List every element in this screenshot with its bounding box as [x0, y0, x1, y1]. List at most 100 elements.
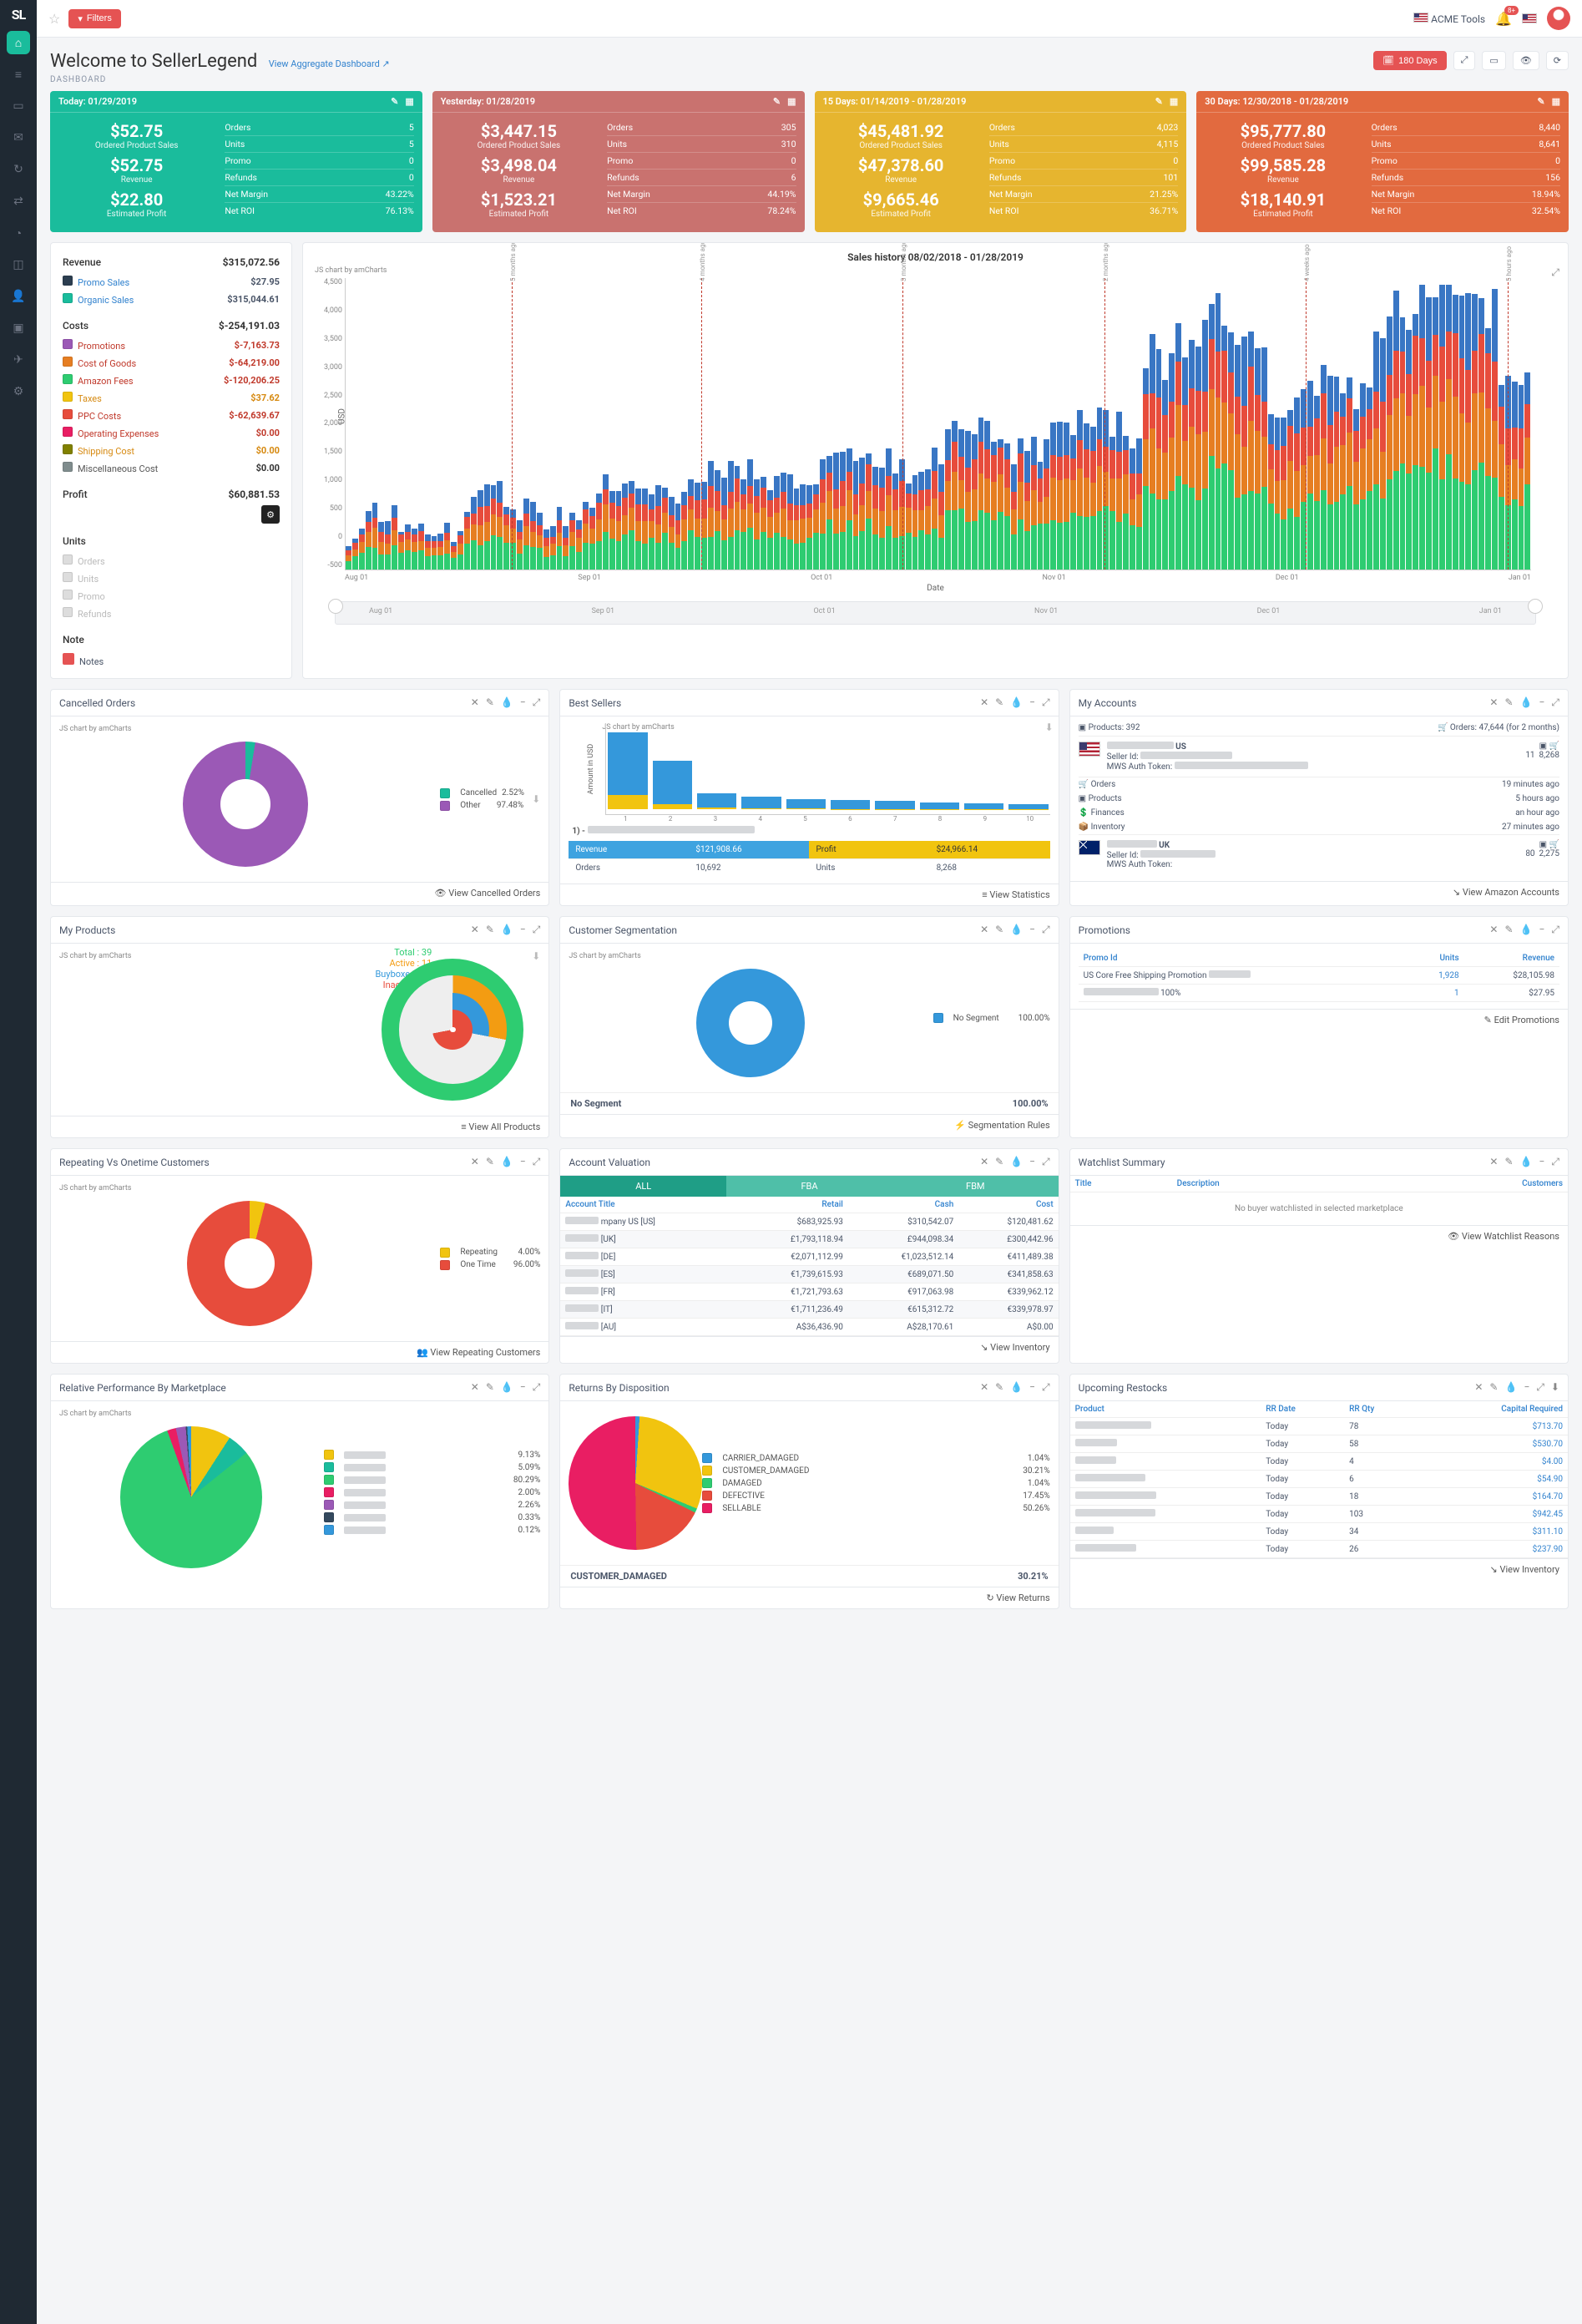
panel-min-icon[interactable]: − [1524, 1381, 1529, 1394]
panel-drop-icon[interactable]: 💧 [1010, 1381, 1023, 1394]
download-icon[interactable]: ⬇ [1551, 1381, 1559, 1394]
chart-scrubber[interactable]: Aug 01Sep 01Oct 01Nov 01Dec 01Jan 01 [335, 601, 1536, 625]
header-action-2[interactable]: ▭ [1482, 51, 1505, 70]
table-row[interactable]: Today6$54.90 [1070, 1471, 1568, 1488]
th-date[interactable]: RR Date [1261, 1401, 1344, 1418]
panel-close-icon[interactable]: ✕ [980, 1381, 988, 1394]
table-row[interactable]: Today34$311.10 [1070, 1523, 1568, 1541]
panel-close-icon[interactable]: ✕ [471, 1381, 479, 1394]
panel-min-icon[interactable]: − [520, 1156, 526, 1168]
panel-close-icon[interactable]: ✕ [471, 924, 479, 936]
table-row[interactable]: mpany US [US]$683,925.93$310,542.07$120,… [560, 1213, 1058, 1231]
notifications-icon[interactable]: 🔔8+ [1495, 11, 1512, 27]
th-qty[interactable]: RR Qty [1344, 1401, 1418, 1418]
th-retail[interactable]: Retail [737, 1197, 848, 1213]
th-promoid[interactable]: Promo Id [1079, 950, 1408, 967]
locale-flag-icon[interactable] [1522, 13, 1537, 23]
th-cap[interactable]: Capital Required [1418, 1401, 1568, 1418]
panel-close-icon[interactable]: ✕ [1489, 1156, 1498, 1168]
table-row[interactable]: [UK]£1,793,118.94£944,098.34£300,442.96 [560, 1231, 1058, 1248]
panel-drop-icon[interactable]: 💧 [501, 1381, 513, 1394]
panel-max-icon[interactable]: ⤢ [1042, 696, 1050, 709]
view-inventory-link[interactable]: ↘ View Inventory [980, 1342, 1050, 1353]
panel-close-icon[interactable]: ✕ [980, 924, 988, 936]
panel-min-icon[interactable]: − [1029, 924, 1035, 936]
tab-fbm[interactable]: FBM [892, 1176, 1059, 1197]
view-returns-link[interactable]: ↻ View Returns [986, 1592, 1049, 1603]
view-cancelled-link[interactable]: 👁 View Cancelled Orders [435, 888, 541, 899]
th-cost[interactable]: Cost [958, 1197, 1058, 1213]
panel-min-icon[interactable]: − [1029, 1381, 1035, 1394]
summary-item[interactable]: Cost of Goods [78, 358, 136, 369]
view-inventory-link[interactable]: ↘ View Inventory [1489, 1564, 1559, 1575]
table-row[interactable]: [ES]€1,739,615.93€689,071.50€341,858.63 [560, 1266, 1058, 1284]
panel-edit-icon[interactable]: ✎ [1489, 1381, 1498, 1394]
panel-max-icon[interactable]: ⤢ [533, 696, 541, 709]
nav-time-icon[interactable]: ◔ [7, 221, 30, 245]
notes-item[interactable]: Notes [79, 656, 104, 667]
panel-drop-icon[interactable]: 💧 [501, 696, 513, 709]
calendar-icon[interactable]: ▦ [405, 96, 413, 107]
panel-edit-icon[interactable]: ✎ [486, 696, 494, 709]
summary-item[interactable]: Operating Expenses [78, 428, 159, 439]
th-rev[interactable]: Revenue [1464, 950, 1559, 967]
panel-min-icon[interactable]: − [1539, 1156, 1545, 1168]
nav-orders-icon[interactable]: ✉ [7, 126, 30, 149]
panel-edit-icon[interactable]: ✎ [1504, 696, 1513, 709]
nav-reports-icon[interactable]: ≡ [7, 63, 30, 86]
account-selector[interactable]: ACME Tools [1413, 13, 1485, 25]
nav-transfer-icon[interactable]: ⇄ [7, 190, 30, 213]
th-product[interactable]: Product [1070, 1401, 1261, 1418]
panel-min-icon[interactable]: − [520, 696, 526, 709]
panel-max-icon[interactable]: ⤢ [533, 1156, 541, 1168]
edit-promotions-link[interactable]: ✎ Edit Promotions [1484, 1015, 1559, 1025]
table-row[interactable]: Today18$164.70 [1070, 1488, 1568, 1506]
profit-settings-icon[interactable]: ⚙ [261, 505, 280, 524]
panel-close-icon[interactable]: ✕ [471, 696, 479, 709]
panel-edit-icon[interactable]: ✎ [486, 924, 494, 936]
nav-chart-icon[interactable]: ◫ [7, 253, 30, 276]
expand-icon[interactable]: ⤢ [1551, 266, 1559, 279]
panel-max-icon[interactable]: ⤢ [1042, 924, 1050, 936]
th-cash[interactable]: Cash [848, 1197, 958, 1213]
table-row[interactable]: Today103$942.45 [1070, 1506, 1568, 1523]
panel-drop-icon[interactable]: 💧 [1010, 924, 1023, 936]
panel-close-icon[interactable]: ✕ [1489, 696, 1498, 709]
th-title[interactable]: Account Title [560, 1197, 737, 1213]
table-row[interactable]: [DE]€2,071,112.99€1,023,512.14€411,489.3… [560, 1248, 1058, 1266]
edit-icon[interactable]: ✎ [1155, 96, 1163, 107]
edit-icon[interactable]: ✎ [1537, 96, 1544, 107]
panel-edit-icon[interactable]: ✎ [995, 1156, 1003, 1168]
summary-item[interactable]: Organic Sales [78, 295, 134, 306]
download-icon[interactable]: ⬇ [532, 793, 540, 805]
date-range-button[interactable]: 🗓 180 Days [1373, 51, 1446, 70]
nav-plane-icon[interactable]: ✈ [7, 348, 30, 372]
user-avatar[interactable] [1547, 7, 1570, 30]
nav-refresh-icon[interactable]: ↻ [7, 158, 30, 181]
panel-drop-icon[interactable]: 💧 [1520, 924, 1533, 936]
table-row[interactable]: Today58$530.70 [1070, 1435, 1568, 1453]
nav-dashboard-icon[interactable]: ⌂ [7, 31, 30, 54]
panel-edit-icon[interactable]: ✎ [486, 1381, 494, 1394]
panel-min-icon[interactable]: − [520, 1381, 526, 1394]
panel-drop-icon[interactable]: 💧 [1504, 1381, 1517, 1394]
nav-settings-icon[interactable]: ⚙ [7, 380, 30, 403]
table-row[interactable]: Today4$4.00 [1070, 1453, 1568, 1471]
header-action-1[interactable]: ⤢ [1453, 51, 1476, 70]
segmentation-rules-link[interactable]: ⚡ Segmentation Rules [954, 1120, 1050, 1131]
panel-max-icon[interactable]: ⤢ [1042, 1381, 1050, 1394]
panel-min-icon[interactable]: − [1029, 1156, 1035, 1168]
th-wdesc[interactable]: Description [1172, 1176, 1373, 1192]
view-products-link[interactable]: ≡ View All Products [461, 1121, 540, 1132]
table-row[interactable]: [AU]A$36,436.90A$28,170.61A$0.00 [560, 1319, 1058, 1336]
summary-item[interactable]: Promo Sales [78, 277, 129, 288]
view-statistics-link[interactable]: ≡ View Statistics [982, 889, 1049, 900]
panel-close-icon[interactable]: ✕ [471, 1156, 479, 1168]
header-action-4[interactable]: ⟳ [1546, 51, 1569, 70]
edit-icon[interactable]: ✎ [773, 96, 781, 107]
summary-item[interactable]: Miscellaneous Cost [78, 463, 158, 474]
nav-box-icon[interactable]: ▣ [7, 316, 30, 340]
edit-icon[interactable]: ✎ [391, 96, 398, 107]
table-row[interactable]: [FR]€1,721,793.63€917,063.98€339,962.12 [560, 1284, 1058, 1301]
summary-item[interactable]: Amazon Fees [78, 376, 134, 387]
